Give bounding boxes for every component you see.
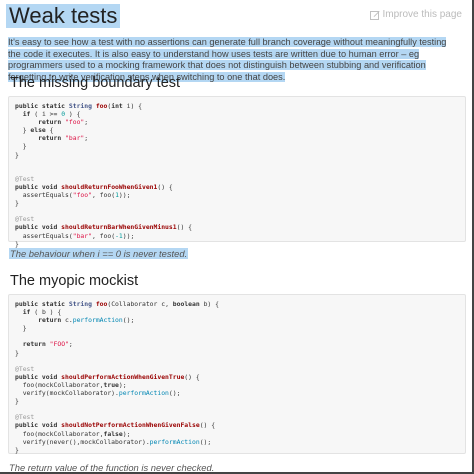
code-line: verify(mockCollaborator).performAction()… [15, 389, 181, 398]
code-line: public void shouldPerformActionWhenGiven… [15, 372, 200, 381]
code-line: @Test [15, 364, 35, 373]
code-line: } [15, 150, 19, 159]
section-heading-myopic-mockist: The myopic mockist [10, 273, 139, 289]
code-line: foo(mockCollaborator,false); [15, 429, 131, 438]
code-line: public static String foo(Collaborator c,… [15, 300, 219, 308]
code-line: verify(never(),mockCollaborator).perform… [15, 437, 212, 446]
code-line: public static String foo(int i) { [15, 102, 142, 110]
code-line: @Test [15, 413, 35, 422]
code-line: public void shouldReturnBarWhenGivenMinu… [15, 223, 192, 232]
code-line: if ( b ) { [22, 308, 62, 317]
code-line: } [15, 199, 19, 208]
code-line: } else { [15, 126, 54, 135]
code-line: @Test [15, 215, 35, 224]
code-line: assertEquals("foo", foo(1)); [15, 191, 131, 200]
code-line: } [15, 324, 27, 333]
section-heading-missing-boundary: The missing boundary test [10, 75, 181, 91]
code-line: @Test [15, 174, 35, 183]
code-line: public void shouldNotPerformActionWhenGi… [15, 421, 216, 430]
code-line: assertEquals("bar", foo(-1)); [15, 231, 135, 240]
caption-myopic-mockist: The return value of the function is neve… [9, 462, 215, 473]
code-line: return "bar"; [38, 134, 89, 143]
code-line: } [15, 348, 19, 357]
code-block-missing-boundary: public static String foo(int i) { if ( i… [8, 96, 466, 248]
code-block-myopic-mockist: public static String foo(Collaborator c,… [8, 294, 466, 454]
caption-missing-boundary: The behaviour when i == 0 is never teste… [9, 248, 189, 259]
improve-page-link[interactable]: Improve this page [369, 9, 463, 20]
code-line: } [15, 142, 27, 151]
code-line: foo(mockCollaborator,true); [15, 380, 127, 389]
pencil-square-icon [369, 10, 380, 20]
code-line: public void shouldReturnFooWhenGiven1() … [15, 182, 173, 191]
code-line: if ( i >= 0 ) { [22, 110, 81, 119]
page-title: Weak tests [6, 4, 121, 28]
code-line: } [15, 445, 19, 454]
code-line: return "foo"; [38, 118, 89, 127]
code-line: return "FOO"; [22, 340, 73, 349]
code-line: return c.performAction(); [38, 316, 135, 325]
code-line: } [15, 397, 19, 406]
improve-page-label: Improve this page [382, 9, 463, 20]
code-line: } [15, 239, 19, 248]
